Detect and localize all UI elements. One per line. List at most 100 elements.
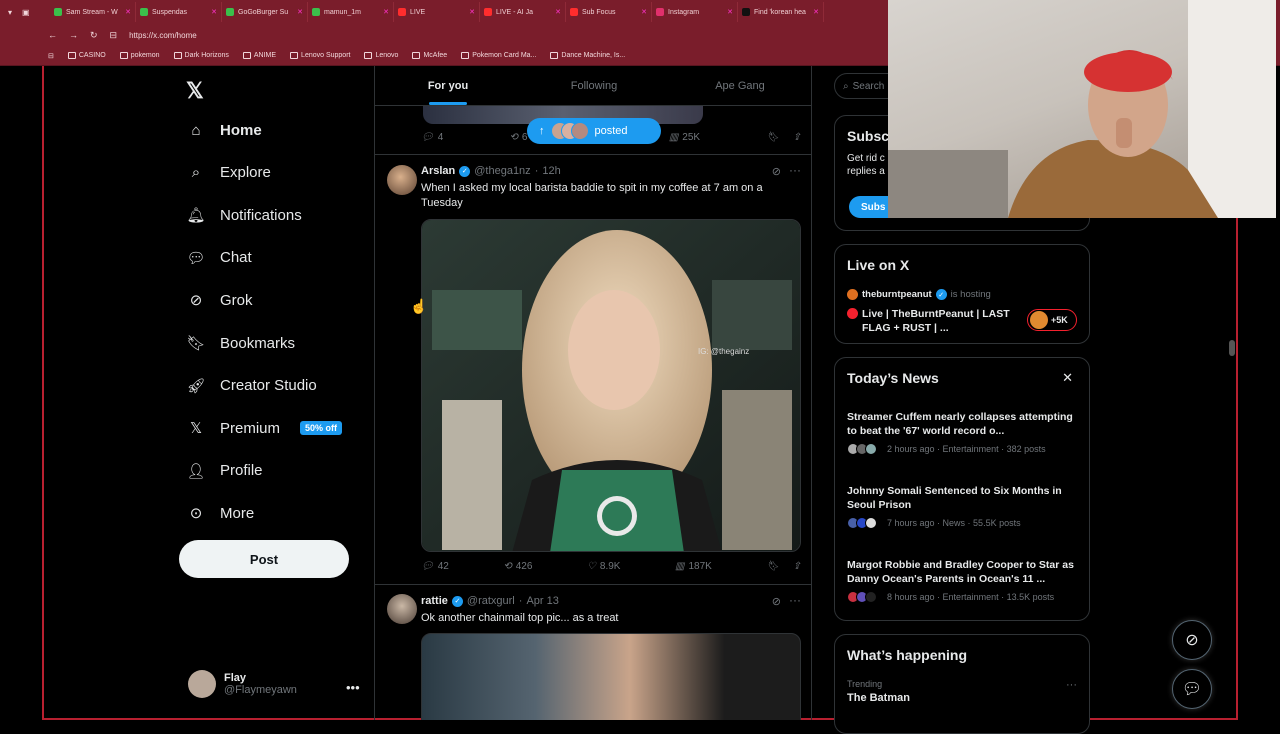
nav-item-profile[interactable]: 👤︎ Profile <box>186 458 262 484</box>
nav-item-chat[interactable]: 💬︎ Chat <box>186 245 251 271</box>
bookmark-item[interactable]: pokemon <box>119 52 160 59</box>
live-listeners-badge[interactable]: +5K <box>1027 309 1077 331</box>
browser-tab[interactable]: Sub Focus ✕ <box>566 2 652 22</box>
tweet-more-icon[interactable]: ··· <box>789 163 801 177</box>
browser-tab[interactable]: Sam Stream - W ✕ <box>50 2 136 22</box>
share-icon[interactable]: ⇪ <box>793 561 801 572</box>
tweet[interactable]: rattie ✓ @ratxgurl · Apr 13 ⊘ ··· Ok ano… <box>375 584 811 720</box>
trend-more-icon[interactable]: ··· <box>1066 679 1077 691</box>
tweet-photo[interactable]: IG: @thegainz <box>421 219 801 552</box>
bookmark-item[interactable]: Dance Machine, Is... <box>550 52 625 59</box>
x-logo-icon[interactable]: 𝕏 <box>186 78 204 104</box>
tweet-avatar[interactable] <box>387 594 417 624</box>
tab-list-icon[interactable]: ▾ <box>8 8 12 17</box>
grok-fab-icon[interactable]: ⊘ <box>1172 620 1212 660</box>
browser-tab[interactable]: Suspendas ✕ <box>136 2 222 22</box>
news-item[interactable]: Streamer Cuffem nearly collapses attempt… <box>847 410 1079 455</box>
tweet-time[interactable]: 12h <box>542 165 560 177</box>
bookmark-item[interactable]: Lenovo Support <box>290 52 350 59</box>
browser-tab[interactable]: Find 'korean hea ✕ <box>738 2 824 22</box>
tab-close-icon[interactable]: ✕ <box>380 8 389 16</box>
tab-close-icon[interactable]: ✕ <box>466 8 475 16</box>
url-field[interactable]: https://x.com/home <box>129 31 197 40</box>
tab-ape-gang[interactable]: Ape Gang <box>667 66 811 105</box>
new-posts-pill[interactable]: ↑ posted <box>527 118 661 144</box>
post-button[interactable]: Post <box>179 540 349 578</box>
repost-button[interactable]: ⟲ 426 <box>503 561 532 572</box>
trend-topic[interactable]: The Batman <box>847 692 910 704</box>
live-host-row[interactable]: theburntpeanut ✓ is hosting <box>847 289 991 300</box>
left-navigation: 𝕏 ⌂ Home ⌕ Explore 🔔︎ Notifications 💬︎ Chat ⊘ Gro… <box>140 70 372 720</box>
reload-icon[interactable]: ↻ <box>90 30 98 41</box>
back-icon[interactable]: ← <box>48 30 57 41</box>
tab-for-you[interactable]: For you <box>375 66 521 105</box>
nav-item-label: More <box>220 504 255 522</box>
grok-explain-icon[interactable]: ⊘ <box>772 595 781 608</box>
site-info-icon[interactable]: ⊟ <box>110 30 118 41</box>
nav-item-bookmarks[interactable]: 🔖︎ Bookmarks <box>186 330 295 356</box>
browser-tab[interactable]: Instagram ✕ <box>652 2 738 22</box>
photo-watermark: IG: @thegainz <box>698 347 750 356</box>
chat-fab-icon[interactable]: 💬︎ <box>1172 669 1212 709</box>
news-item[interactable]: Margot Robbie and Bradley Cooper to Star… <box>847 558 1079 603</box>
views-icon: ▥ <box>675 561 685 572</box>
tweet-author-handle[interactable]: @thega1nz <box>474 165 530 177</box>
tab-favicon-icon <box>312 8 320 16</box>
grok-explain-icon[interactable]: ⊘ <box>772 165 781 178</box>
live-stream-title[interactable]: Live | TheBurntPeanut | LAST FLAG + RUST… <box>847 307 1022 335</box>
browser-tab[interactable]: mamun_1m ✕ <box>308 2 394 22</box>
browser-tab[interactable]: LIVE - AI Ja ✕ <box>480 2 566 22</box>
bookmark-item[interactable]: Dark Horizons <box>173 52 229 59</box>
bookmark-item[interactable]: ANIME <box>242 52 276 59</box>
bookmark-item[interactable]: Pokemon Card Ma... <box>461 52 536 59</box>
views-button[interactable]: ▥ 25K <box>669 132 700 143</box>
reply-button[interactable]: 💬︎ 4 <box>421 132 443 143</box>
account-switcher[interactable]: Flay @Flaymeyawn <box>188 670 297 698</box>
tab-close-icon[interactable]: ✕ <box>208 8 217 16</box>
nav-item-home[interactable]: ⌂ Home <box>186 117 261 143</box>
tab-close-icon[interactable]: ✕ <box>810 8 819 16</box>
tweet-author-name[interactable]: Arslan <box>421 165 455 177</box>
account-more-icon[interactable]: ••• <box>346 680 360 695</box>
tweet-author-handle[interactable]: @ratxgurl <box>467 595 515 607</box>
tweet-author-name[interactable]: rattie <box>421 595 448 607</box>
tweet-avatar[interactable] <box>387 165 417 195</box>
share-icon[interactable]: ⇪ <box>793 132 801 143</box>
premium-discount-badge: 50% off <box>300 421 343 436</box>
tab-following[interactable]: Following <box>521 66 667 105</box>
nav-item-more[interactable]: ⊙ More <box>186 500 254 526</box>
bookmark-icon[interactable]: 🔖︎ <box>766 561 779 572</box>
close-icon[interactable]: ✕ <box>1062 370 1073 386</box>
repost-button[interactable]: ⟲ 6 <box>509 132 527 143</box>
nav-item-notifications[interactable]: 🔔︎ Notifications <box>186 202 301 228</box>
news-item[interactable]: Johnny Somali Sentenced to Six Months in… <box>847 484 1079 529</box>
nav-item-grok[interactable]: ⊘ Grok <box>186 287 253 313</box>
repost-icon: ⟲ <box>509 132 518 143</box>
tab-close-icon[interactable]: ✕ <box>638 8 647 16</box>
browser-tab[interactable]: GoGoBurger Su ✕ <box>222 2 308 22</box>
tweet-photo[interactable] <box>421 633 801 720</box>
forward-icon[interactable]: → <box>69 30 78 41</box>
tab-label: LIVE <box>410 8 426 16</box>
nav-item-explore[interactable]: ⌕ Explore <box>186 160 271 186</box>
tweet-time[interactable]: Apr 13 <box>526 595 558 607</box>
bookmark-item[interactable]: McAfee <box>412 52 447 59</box>
tab-close-icon[interactable]: ✕ <box>294 8 303 16</box>
tweet[interactable]: Arslan ✓ @thega1nz · 12h ⊘ ··· When I as… <box>375 154 811 584</box>
like-button[interactable]: ♡ 8.9K <box>587 561 621 572</box>
views-button[interactable]: ▥ 187K <box>675 561 712 572</box>
bookmark-icon[interactable]: 🔖︎ <box>766 132 779 143</box>
bookmark-item[interactable]: Lenovo <box>364 52 398 59</box>
tab-close-icon[interactable]: ✕ <box>122 8 131 16</box>
tab-close-icon[interactable]: ✕ <box>552 8 561 16</box>
scrollbar-thumb[interactable] <box>1229 340 1235 356</box>
tweet-more-icon[interactable]: ··· <box>789 593 801 607</box>
nav-item-premium[interactable]: 𝕏 Premium 50% off <box>186 415 343 441</box>
bookmarks-menu-icon[interactable]: ⊟ <box>48 52 54 60</box>
bookmark-item[interactable]: CASINO <box>67 52 106 59</box>
reply-button[interactable]: 💬︎ 42 <box>421 561 449 572</box>
browser-tab[interactable]: LIVE ✕ <box>394 2 480 22</box>
tab-close-icon[interactable]: ✕ <box>724 8 733 16</box>
nav-item-creator-studio[interactable]: 🚀︎ Creator Studio <box>186 373 316 399</box>
workspace-icon[interactable]: ▣ <box>22 8 30 17</box>
